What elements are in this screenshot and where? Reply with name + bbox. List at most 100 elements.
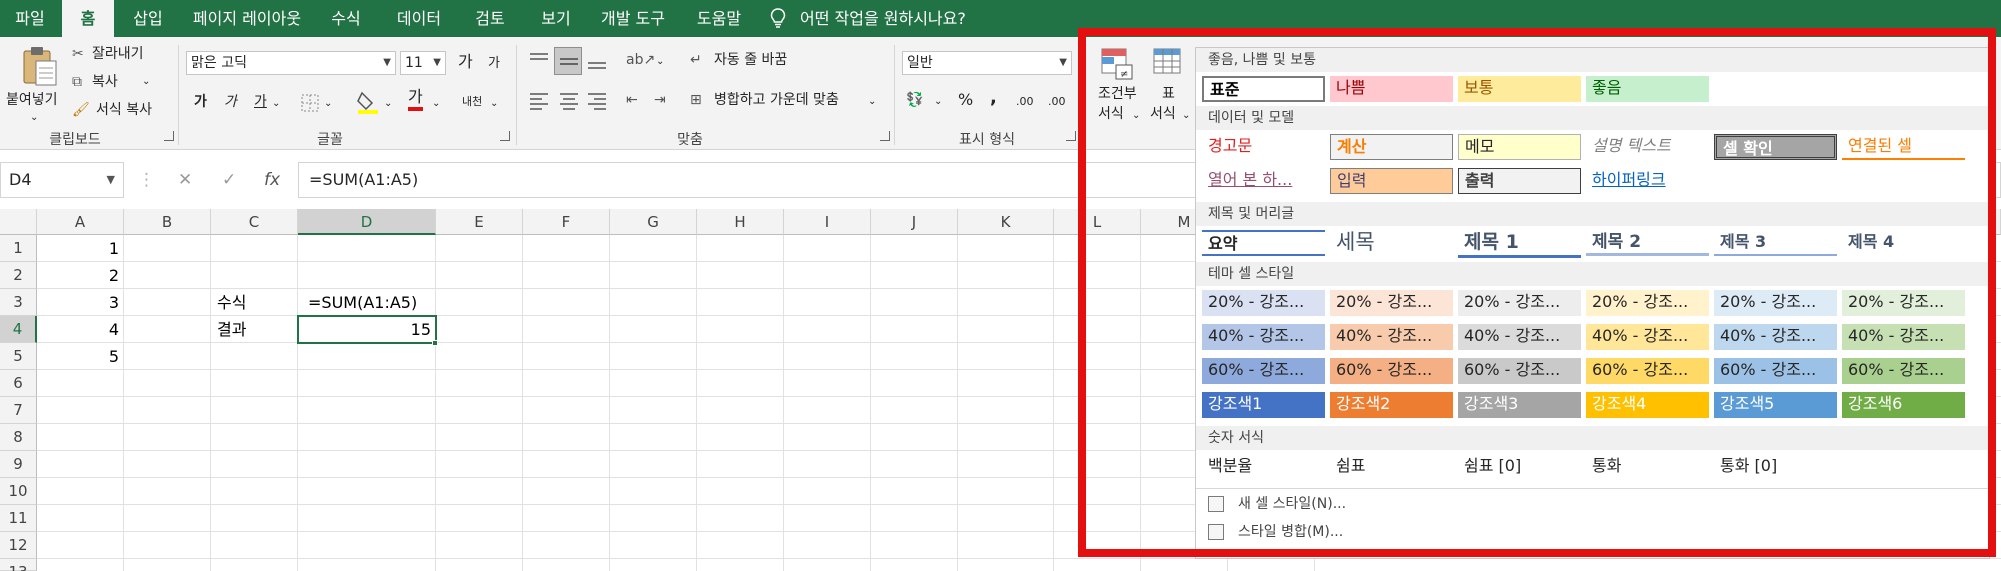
conditional-formatting-dropdown-icon[interactable]: ⌄: [1132, 105, 1140, 127]
font-name-combo[interactable]: 맑은 고딕 ▼: [186, 51, 396, 75]
style-heading-3[interactable]: 제목 3: [1714, 230, 1837, 256]
phonetic-button[interactable]: 내천: [462, 91, 482, 113]
style-40-accent2[interactable]: 40% - 강조...: [1330, 324, 1453, 350]
align-top-icon[interactable]: [528, 51, 550, 71]
column-header-d[interactable]: D: [298, 209, 436, 235]
tab-view[interactable]: 보기: [528, 0, 584, 37]
align-middle-button[interactable]: [554, 47, 582, 75]
style-40-accent1[interactable]: 40% - 강조...: [1202, 324, 1325, 350]
row-header-5[interactable]: 5: [0, 343, 37, 370]
align-left-icon[interactable]: [528, 91, 550, 111]
column-header-h[interactable]: H: [697, 209, 784, 235]
merge-dropdown-icon[interactable]: ⌄: [868, 91, 876, 113]
row-header-1[interactable]: 1: [0, 235, 37, 262]
style-heading-2[interactable]: 제목 2: [1586, 230, 1709, 256]
style-20-accent3[interactable]: 20% - 강조...: [1458, 290, 1581, 316]
row-header-9[interactable]: 9: [0, 451, 37, 478]
style-20-accent4[interactable]: 20% - 강조...: [1586, 290, 1709, 316]
font-color-button[interactable]: 가: [408, 87, 423, 111]
copy-button[interactable]: 복사: [92, 71, 118, 93]
style-heading-1[interactable]: 제목 1: [1458, 228, 1581, 258]
style-comma[interactable]: 쉼표: [1330, 454, 1453, 480]
style-comma-0[interactable]: 쉼표 [0]: [1458, 454, 1581, 480]
style-60-accent4[interactable]: 60% - 강조...: [1586, 358, 1709, 384]
copy-dropdown-icon[interactable]: ⌄: [142, 71, 150, 93]
column-header-a[interactable]: A: [37, 209, 124, 235]
number-format-combo[interactable]: 일반 ▼: [902, 51, 1072, 75]
cell-a3[interactable]: 3: [37, 289, 124, 316]
style-title[interactable]: 세목: [1330, 228, 1453, 258]
align-right-icon[interactable]: [586, 91, 608, 111]
style-check-cell[interactable]: 셀 확인: [1714, 134, 1837, 160]
style-good[interactable]: 좋음: [1586, 76, 1709, 102]
font-launcher-icon[interactable]: [500, 131, 510, 141]
column-header-b[interactable]: B: [124, 209, 211, 235]
borders-icon[interactable]: [300, 93, 320, 113]
cell-a5[interactable]: 5: [37, 343, 124, 370]
column-header-i[interactable]: I: [784, 209, 871, 235]
tab-home[interactable]: 홈: [62, 0, 114, 37]
style-60-accent2[interactable]: 60% - 강조...: [1330, 358, 1453, 384]
style-20-accent1[interactable]: 20% - 강조...: [1202, 290, 1325, 316]
tab-page-layout[interactable]: 페이지 레이아웃: [182, 0, 312, 37]
style-followed-hyperlink[interactable]: 열어 본 하...: [1202, 168, 1325, 194]
style-output[interactable]: 출력: [1458, 168, 1581, 194]
cancel-icon[interactable]: ✕: [178, 162, 192, 198]
align-bottom-icon[interactable]: [586, 51, 608, 71]
insert-function-icon[interactable]: fx: [264, 162, 280, 198]
phonetic-dropdown-icon[interactable]: ⌄: [490, 93, 498, 115]
decrease-indent-icon[interactable]: ⇤: [626, 89, 638, 111]
row-header-3[interactable]: 3: [0, 289, 37, 316]
style-60-accent3[interactable]: 60% - 강조...: [1458, 358, 1581, 384]
style-calculation[interactable]: 계산: [1330, 134, 1453, 160]
style-currency-0[interactable]: 통화 [0]: [1714, 454, 1837, 480]
style-accent3[interactable]: 강조색3: [1458, 392, 1581, 418]
style-accent2[interactable]: 강조색2: [1330, 392, 1453, 418]
style-warning-text[interactable]: 경고문: [1202, 134, 1325, 160]
style-accent5[interactable]: 강조색5: [1714, 392, 1837, 418]
underline-button[interactable]: 가: [254, 91, 267, 113]
row-header-12[interactable]: 12: [0, 532, 37, 559]
tab-data[interactable]: 데이터: [386, 0, 452, 37]
style-40-accent6[interactable]: 40% - 강조...: [1842, 324, 1965, 350]
merge-center-button[interactable]: 병합하고 가운데 맞춤: [714, 89, 839, 111]
column-header-k[interactable]: K: [958, 209, 1054, 235]
style-40-accent3[interactable]: 40% - 강조...: [1458, 324, 1581, 350]
style-heading-4[interactable]: 제목 4: [1842, 230, 1965, 256]
new-cell-style-item[interactable]: 새 셀 스타일(N)...: [1196, 490, 1989, 518]
style-40-accent4[interactable]: 40% - 강조...: [1586, 324, 1709, 350]
alignment-launcher-icon[interactable]: [880, 131, 890, 141]
borders-dropdown-icon[interactable]: ⌄: [324, 93, 332, 115]
select-all-corner[interactable]: [0, 209, 37, 235]
orientation-dropdown-icon[interactable]: ⌄: [656, 51, 664, 73]
column-header-e[interactable]: E: [436, 209, 523, 235]
row-header-8[interactable]: 8: [0, 424, 37, 451]
grow-font-button[interactable]: 가: [458, 51, 473, 73]
style-hyperlink[interactable]: 하이퍼링크: [1586, 168, 1709, 194]
increase-decimal-button[interactable]: .00: [1016, 91, 1034, 113]
style-20-accent5[interactable]: 20% - 강조...: [1714, 290, 1837, 316]
row-header-10[interactable]: 10: [0, 478, 37, 505]
tab-formulas[interactable]: 수식: [318, 0, 374, 37]
fill-color-dropdown-icon[interactable]: ⌄: [384, 93, 392, 115]
style-linked-cell[interactable]: 연결된 셀: [1842, 134, 1965, 160]
row-header-7[interactable]: 7: [0, 397, 37, 424]
orientation-icon[interactable]: ab↗: [626, 49, 655, 71]
style-normal[interactable]: 표준: [1202, 76, 1325, 102]
row-header-11[interactable]: 11: [0, 505, 37, 532]
row-header-2[interactable]: 2: [0, 262, 37, 289]
row-header-4[interactable]: 4: [0, 316, 37, 343]
align-center-icon[interactable]: [558, 91, 580, 111]
style-40-accent5[interactable]: 40% - 강조...: [1714, 324, 1837, 350]
font-size-combo[interactable]: 11 ▼: [400, 51, 446, 75]
cut-button[interactable]: 잘라내기: [92, 43, 144, 65]
row-header-6[interactable]: 6: [0, 370, 37, 397]
paste-dropdown-icon[interactable]: ⌄: [30, 107, 38, 129]
cell-a4[interactable]: 4: [37, 316, 124, 343]
style-neutral[interactable]: 보통: [1458, 76, 1581, 102]
tab-review[interactable]: 검토: [462, 0, 518, 37]
style-bad[interactable]: 나쁨: [1330, 76, 1453, 102]
column-header-c[interactable]: C: [211, 209, 298, 235]
tab-insert[interactable]: 삽입: [120, 0, 176, 37]
style-percent[interactable]: 백분율: [1202, 454, 1325, 480]
